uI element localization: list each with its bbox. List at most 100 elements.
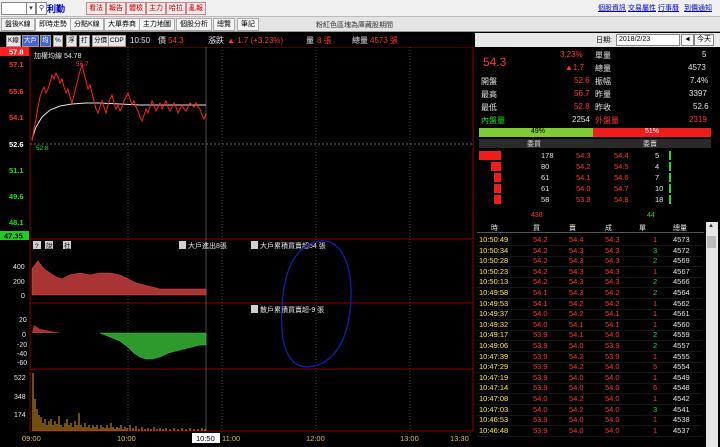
ask-header: 委賣: [643, 141, 657, 148]
stock-name: 利勤: [47, 4, 66, 14]
tick-time: 10:50:28: [479, 256, 509, 266]
tick-ask: 54.0: [569, 383, 584, 393]
tick-row[interactable]: 10:50:49 54.2 54.4 54.3 1 4573: [477, 235, 702, 246]
open-label: 開盤: [481, 77, 497, 86]
tick-ask: 54.0: [569, 415, 584, 425]
ask-volume: 7: [655, 173, 660, 182]
tick-lot: 2: [653, 256, 658, 266]
chart-btn-float[interactable]: 浮: [66, 35, 77, 47]
toolbar-button-rumor[interactable]: 亂報: [186, 2, 206, 15]
tab-notes[interactable]: 筆記: [237, 18, 259, 31]
ask-depth-bar: [669, 184, 671, 193]
tab-main-map[interactable]: 主力地圖: [139, 18, 175, 31]
tick-deal: 54.3: [605, 277, 620, 287]
chart-btn-pct[interactable]: %: [53, 35, 63, 47]
link-stock-info[interactable]: 個股資訊: [598, 3, 626, 13]
tick-lot: 2: [653, 330, 658, 340]
tab-daily-k[interactable]: 盤後K線: [1, 18, 35, 31]
tab-bar: 盤後K線 即時走勢 分點K線 大單券商 主力地圖 個股分析 總覽 筆記 粉紅色區…: [0, 17, 720, 32]
toolbar-button-view[interactable]: 看法: [86, 2, 106, 15]
time-tick: 12:00: [306, 434, 325, 443]
retail-tick: -60: [17, 360, 27, 367]
volume-value: 8 張: [317, 36, 332, 45]
tick-row[interactable]: 10:49:17 53.9 54.1 54.0 2 4559: [477, 330, 702, 342]
tick-lot: 3: [653, 245, 658, 255]
tick-row[interactable]: 10:47:03 54.0 54.2 54.0 3 4541: [477, 405, 702, 416]
tick-table[interactable]: 10:50:49 54.2 54.4 54.3 1 4573 10:50:34 54.2 54.…: [477, 235, 702, 447]
toolbar-button-checkup[interactable]: 體檢: [126, 2, 146, 15]
bid-price: 54.0: [576, 184, 591, 193]
chart-btn-avg[interactable]: 均: [40, 35, 51, 47]
link-calendar[interactable]: 行事曆: [658, 3, 679, 13]
ask-price: 54.4: [614, 151, 629, 160]
search-icon[interactable]: ⚲: [36, 2, 47, 15]
tab-minute-k[interactable]: 分點K線: [70, 18, 104, 31]
bid-volume: 61: [541, 173, 550, 182]
ask-volume: 18: [655, 195, 664, 204]
date-input[interactable]: 2018/2/23: [616, 34, 680, 46]
tick-total: 4560: [673, 319, 690, 329]
today-button[interactable]: 今天: [694, 34, 714, 46]
chart-btn-hit[interactable]: 打: [79, 35, 90, 47]
scroll-up-icon[interactable]: ▲: [708, 223, 714, 229]
tick-row[interactable]: 10:47:29 53.9 54.2 54.0 5 4554: [477, 362, 702, 374]
tick-row[interactable]: 10:47:19 53.9 54.0 54.0 1 4549: [477, 373, 702, 384]
tick-row[interactable]: 10:50:34 54.2 54.3 54.3 3 4572: [477, 246, 702, 257]
toolbar-button-chat[interactable]: 哈拉: [166, 2, 186, 15]
price-tick: 57.1: [9, 60, 24, 69]
ask-volume: 4: [655, 162, 660, 171]
bid-header: 委買: [527, 141, 541, 148]
tick-scrollbar[interactable]: ▲: [706, 222, 718, 447]
tick-bid: 53.9: [533, 425, 548, 435]
tab-big-broker[interactable]: 大單券商: [104, 18, 140, 31]
tick-lot: 1: [653, 415, 658, 425]
link-price-alert[interactable]: 到價通知: [684, 3, 712, 13]
help-icon[interactable]: [251, 305, 258, 313]
price-line: [31, 63, 207, 142]
chart-btn-big[interactable]: 大戶: [22, 35, 39, 47]
tick-row[interactable]: 10:47:39 53.9 54.2 53.9 1 4555: [477, 352, 702, 363]
tick-row[interactable]: 10:50:13 54.2 54.3 54.3 2 4566: [477, 277, 702, 289]
tab-overview[interactable]: 總覽: [213, 18, 235, 31]
dropdown-arrow-icon[interactable]: ▾: [26, 2, 36, 15]
tick-row[interactable]: 10:46:53 53.9 54.0 54.0 1 4538: [477, 415, 702, 427]
tab-realtime[interactable]: 即時走勢: [35, 18, 71, 31]
tick-row[interactable]: 10:49:58 54.1 54.3 54.2 2 4564: [477, 288, 702, 299]
tick-bid: 54.2: [533, 277, 548, 287]
ask-total: 44: [647, 212, 655, 219]
tick-row[interactable]: 10:49:53 54.1 54.2 54.2 1 4562: [477, 299, 702, 310]
bid-depth-bar: [494, 173, 501, 182]
tick-row[interactable]: 10:49:32 54.0 54.1 54.1 1 4560: [477, 320, 702, 331]
chart-btn-cdp[interactable]: CDP: [108, 35, 126, 47]
tick-row[interactable]: 10:50:23 54.2 54.3 54.3 1 4567: [477, 267, 702, 278]
tick-col-ask: 賣: [569, 225, 576, 232]
toolbar-button-report[interactable]: 報告: [106, 2, 126, 15]
chart-btn-price-dist[interactable]: 分價: [92, 35, 109, 47]
tick-row[interactable]: 10:47:14 53.9 54.0 54.0 6 4548: [477, 383, 702, 395]
time-tick: 09:00: [22, 434, 41, 443]
tick-time: 10:47:14: [479, 383, 509, 393]
tick-lot: 1: [653, 235, 658, 244]
help-icon[interactable]: [251, 241, 258, 249]
tick-ask: 54.2: [569, 298, 584, 308]
total-volume-label: 總量: [352, 36, 368, 45]
toolbar-button-main-force[interactable]: 主力: [146, 2, 166, 15]
ask-price: 54.8: [614, 195, 629, 204]
date-label: 日期:: [596, 37, 612, 44]
price-tick: 48.1: [9, 218, 24, 227]
chart-btn-k[interactable]: K線: [6, 35, 21, 47]
tick-row[interactable]: 10:49:37 54.0 54.2 54.1 1 4561: [477, 309, 702, 321]
tick-row[interactable]: 10:47:08 54.0 54.2 54.0 1 4542: [477, 394, 702, 405]
community-button-label: 社: [64, 241, 71, 250]
tab-analysis[interactable]: 個股分析: [176, 18, 212, 31]
intraday-chart[interactable]: 57.8 57.1 55.6 54.1 52.6 51.1 49.6 48.1 …: [0, 47, 474, 447]
tick-time: 10:49:17: [479, 330, 509, 340]
link-trade-attr[interactable]: 交易屬性: [628, 3, 656, 13]
scroll-thumb[interactable]: [707, 236, 716, 248]
tick-row[interactable]: 10:46:48 53.9 54.0 54.0 1 4537: [477, 426, 702, 437]
help-icon[interactable]: [179, 241, 186, 249]
outer-volume-label: 外盤量: [595, 116, 619, 125]
prev-day-button[interactable]: ◄: [681, 34, 694, 46]
tick-row[interactable]: 10:50:28 54.2 54.3 54.3 2 4569: [477, 256, 702, 268]
tick-row[interactable]: 10:49:06 53.9 54.0 53.9 2 4557: [477, 341, 702, 352]
